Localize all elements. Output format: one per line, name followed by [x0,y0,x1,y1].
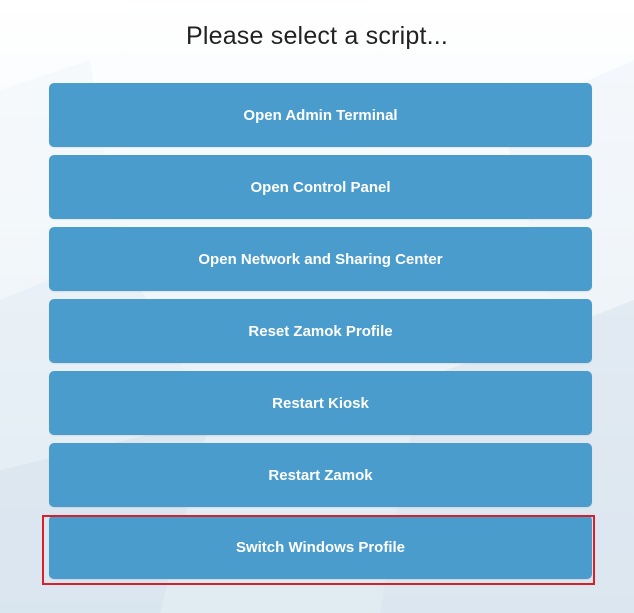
script-selector-panel: Please select a script... Open Admin Ter… [0,0,634,613]
open-control-panel-button[interactable]: Open Control Panel [49,155,592,219]
switch-windows-profile-button[interactable]: Switch Windows Profile [49,515,592,579]
reset-zamok-profile-button[interactable]: Reset Zamok Profile [49,299,592,363]
restart-kiosk-button[interactable]: Restart Kiosk [49,371,592,435]
restart-zamok-button[interactable]: Restart Zamok [49,443,592,507]
open-network-sharing-center-button[interactable]: Open Network and Sharing Center [49,227,592,291]
page-title: Please select a script... [185,22,449,50]
open-admin-terminal-button[interactable]: Open Admin Terminal [49,83,592,147]
script-button-list: Open Admin Terminal Open Control Panel O… [49,83,592,587]
